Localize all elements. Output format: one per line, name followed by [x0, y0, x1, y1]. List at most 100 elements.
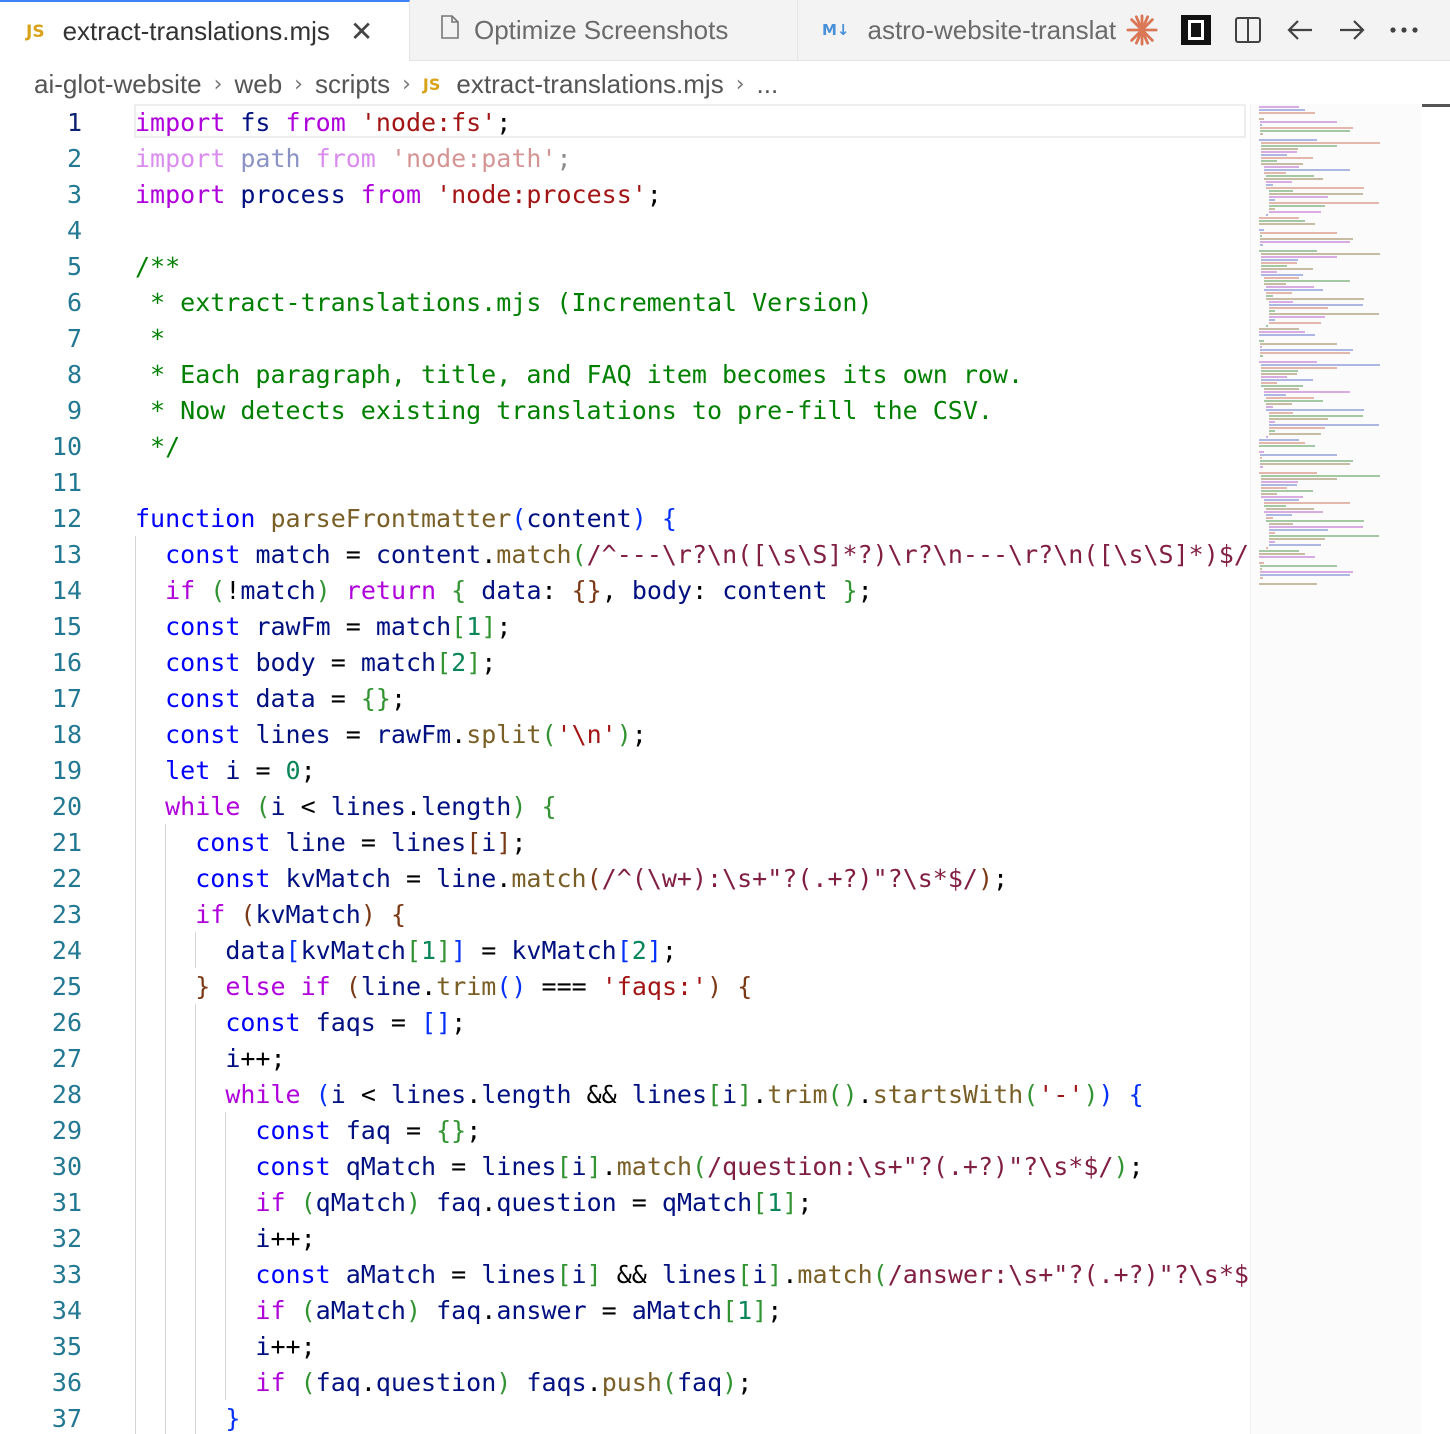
chevron-right-icon: ›: [213, 71, 223, 97]
breadcrumb-item[interactable]: web: [234, 69, 282, 100]
code-line[interactable]: 11: [0, 464, 1250, 500]
minimap-line: [1268, 190, 1293, 192]
code-line[interactable]: 19 let i = 0;: [0, 752, 1250, 788]
breadcrumb-item[interactable]: ai-glot-website: [34, 69, 202, 100]
code-text: *: [135, 323, 166, 353]
code-line[interactable]: 37 }: [0, 1400, 1250, 1434]
minimap-line: [1259, 583, 1317, 585]
code-text: while (i < lines.length) {: [165, 791, 557, 821]
more-icon[interactable]: [1388, 14, 1420, 46]
minimap-line: [1268, 535, 1379, 537]
code-text: const rawFm = match[1];: [165, 611, 512, 641]
code-line[interactable]: 22 const kvMatch = line.match(/^(\w+):\s…: [0, 860, 1250, 896]
code-line[interactable]: 4: [0, 212, 1250, 248]
minimap-line: [1260, 352, 1350, 354]
minimap-line: [1261, 367, 1337, 369]
minimap-line: [1261, 382, 1278, 384]
tab-extract-translations[interactable]: JS extract-translations.mjs ✕: [0, 0, 410, 61]
minimap-line: [1260, 463, 1350, 465]
breadcrumb-symbol[interactable]: ...: [757, 69, 779, 100]
code-text: const lines = rawFm.split('\n');: [165, 719, 647, 749]
code-line[interactable]: 18 const lines = rawFm.split('\n');: [0, 716, 1250, 752]
minimap-line: [1260, 460, 1353, 462]
code-line[interactable]: 16 const body = match[2];: [0, 644, 1250, 680]
code-line[interactable]: 32 i++;: [0, 1220, 1250, 1256]
close-icon[interactable]: ✕: [350, 15, 373, 48]
code-line[interactable]: 17 const data = {};: [0, 680, 1250, 716]
split-editor-icon[interactable]: [1232, 14, 1264, 46]
code-line[interactable]: 20 while (i < lines.length) {: [0, 788, 1250, 824]
code-line[interactable]: 13 const match = content.match(/^---\r?\…: [0, 536, 1250, 572]
tab-astro-website-translate[interactable]: M↓ astro-website-translat: [798, 0, 1120, 60]
code-line[interactable]: 5 /**: [0, 248, 1250, 284]
code-line[interactable]: 28 while (i < lines.length && lines[i].t…: [0, 1076, 1250, 1112]
code-line[interactable]: 36 if (faq.question) faqs.push(faq);: [0, 1364, 1250, 1400]
forward-icon[interactable]: [1336, 14, 1368, 46]
breadcrumb-file[interactable]: extract-translations.mjs: [456, 69, 723, 100]
minimap-line: [1268, 199, 1275, 201]
scrollbar-thumb[interactable]: [1422, 104, 1450, 107]
minimap-line: [1266, 514, 1292, 516]
line-number: 30: [51, 1151, 82, 1181]
chevron-right-icon: ›: [294, 71, 303, 97]
breadcrumb-item[interactable]: scripts: [315, 69, 390, 100]
code-line[interactable]: 33 const aMatch = lines[i] && lines[i].m…: [0, 1256, 1250, 1292]
minimap-line: [1261, 493, 1278, 495]
minimap-line: [1266, 406, 1273, 408]
code-line[interactable]: 12 function parseFrontmatter(content) {: [0, 500, 1250, 536]
tab-optimize-screenshots[interactable]: Optimize Screenshots: [410, 0, 798, 60]
minimap-line: [1260, 454, 1337, 456]
minimap-line: [1268, 208, 1275, 210]
code-line[interactable]: 25 } else if (line.trim() === 'faqs:') {: [0, 968, 1250, 1004]
claude-sparkle-icon[interactable]: [1126, 14, 1158, 46]
code-line[interactable]: 27 i++;: [0, 1040, 1250, 1076]
minimap-line: [1261, 478, 1337, 480]
line-number: 18: [51, 719, 82, 749]
chevron-right-icon: ›: [735, 71, 745, 97]
minimap[interactable]: [1250, 104, 1421, 1434]
preview-icon[interactable]: [1180, 14, 1212, 46]
code-line[interactable]: 29 const faq = {};: [0, 1112, 1250, 1148]
code-line[interactable]: 34 if (aMatch) faq.answer = aMatch[1];: [0, 1292, 1250, 1328]
code-line[interactable]: 31 if (qMatch) faq.question = qMatch[1];: [0, 1184, 1250, 1220]
line-number: 25: [51, 971, 82, 1001]
code-line[interactable]: 10 */: [0, 428, 1250, 464]
minimap-line: [1268, 529, 1328, 531]
vertical-scrollbar[interactable]: [1420, 104, 1450, 1434]
code-text: const faq = {};: [255, 1115, 482, 1145]
code-line[interactable]: 30 const qMatch = lines[i].match(/questi…: [0, 1148, 1250, 1184]
code-text: }: [225, 1403, 241, 1433]
minimap-line: [1260, 349, 1353, 351]
code-line[interactable]: 14 if (!match) return { data: {}, body: …: [0, 572, 1250, 608]
breadcrumb: ai-glot-website › web › scripts › JS ext…: [34, 62, 778, 106]
code-line[interactable]: 15 const rawFm = match[1];: [0, 608, 1250, 644]
line-number: 27: [51, 1043, 82, 1073]
code-line[interactable]: 3 import process from 'node:process';: [0, 176, 1250, 212]
line-number: 33: [51, 1259, 82, 1289]
js-file-icon: JS: [26, 21, 45, 42]
code-line[interactable]: 6 * extract-translations.mjs (Incrementa…: [0, 284, 1250, 320]
code-line[interactable]: 23 if (kvMatch) {: [0, 896, 1250, 932]
code-line[interactable]: 35 i++;: [0, 1328, 1250, 1364]
minimap-line: [1268, 433, 1322, 435]
minimap-line: [1268, 319, 1275, 321]
code-text: * Now detects existing translations to p…: [135, 395, 993, 425]
minimap-line: [1266, 295, 1273, 297]
minimap-line: [1263, 289, 1323, 291]
code-line[interactable]: 7 *: [0, 320, 1250, 356]
minimap-line: [1263, 502, 1351, 504]
code-editor[interactable]: 1 import fs from 'node:fs'; 2 import path f…: [0, 104, 1250, 1434]
back-icon[interactable]: [1284, 14, 1316, 46]
code-text: const faqs = [];: [225, 1007, 467, 1037]
code-line[interactable]: 26 const faqs = [];: [0, 1004, 1250, 1040]
minimap-line: [1268, 211, 1322, 213]
code-line[interactable]: 2 import path from 'node:path';: [0, 140, 1250, 176]
code-line[interactable]: 24 data[kvMatch[1]] = kvMatch[2];: [0, 932, 1250, 968]
minimap-line: [1261, 145, 1337, 147]
code-line[interactable]: 9 * Now detects existing translations to…: [0, 392, 1250, 428]
code-line[interactable]: 8 * Each paragraph, title, and FAQ item …: [0, 356, 1250, 392]
minimap-line: [1268, 526, 1363, 528]
code-line[interactable]: 21 const line = lines[i];: [0, 824, 1250, 860]
minimap-line: [1261, 253, 1380, 255]
minimap-line: [1268, 313, 1379, 315]
